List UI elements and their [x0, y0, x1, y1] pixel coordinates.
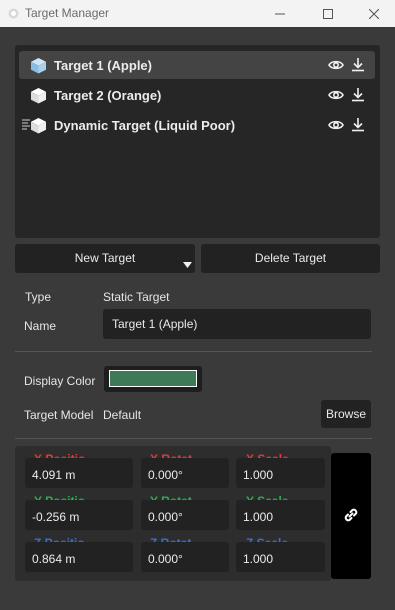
link-icon — [344, 508, 358, 522]
cube-icon — [31, 58, 46, 74]
x-rotation-field[interactable]: 0.000° — [141, 458, 229, 488]
eye-icon[interactable] — [328, 88, 344, 102]
z-rotation-field[interactable]: 0.000° — [141, 542, 229, 572]
close-icon — [369, 8, 379, 19]
new-target-button[interactable]: New Target — [15, 244, 195, 273]
download-icon[interactable] — [351, 87, 365, 102]
divider — [15, 351, 372, 352]
z-position-field[interactable]: 0.864 m — [25, 542, 133, 572]
display-color-picker[interactable] — [104, 366, 202, 392]
type-label: Type — [25, 290, 52, 304]
target-label: Dynamic Target (Liquid Poor) — [54, 118, 236, 133]
target-list-item[interactable]: Target 1 (Apple) — [19, 51, 375, 79]
x-scale-value: 1.000 — [243, 468, 274, 482]
target-label: Target 2 (Orange) — [54, 88, 162, 103]
x-position-field[interactable]: 4.091 m — [25, 458, 133, 488]
link-scale-button[interactable] — [331, 453, 371, 579]
z-scale-value: 1.000 — [243, 552, 274, 566]
delete-target-label: Delete Target — [254, 251, 327, 265]
divider — [15, 438, 372, 439]
name-value: Target 1 (Apple) — [112, 317, 198, 331]
target-model-value: Default — [103, 408, 142, 422]
z-scale-field[interactable]: 1.000 — [236, 542, 325, 572]
minimize-icon — [275, 13, 285, 14]
eye-icon[interactable] — [328, 58, 344, 72]
cube-icon — [31, 88, 46, 104]
download-icon[interactable] — [351, 57, 365, 72]
x-rotation-value: 0.000° — [148, 468, 183, 482]
download-icon[interactable] — [351, 117, 365, 132]
minimize-button[interactable] — [257, 0, 303, 27]
z-position-value: 0.864 m — [32, 552, 76, 566]
name-field[interactable]: Target 1 (Apple) — [103, 309, 371, 339]
name-label: Name — [24, 319, 57, 333]
delete-target-button[interactable]: Delete Target — [201, 244, 380, 273]
y-position-field[interactable]: -0.256 m — [25, 500, 133, 530]
cube-icon — [31, 118, 46, 134]
maximize-button[interactable] — [305, 0, 351, 27]
x-scale-field[interactable]: 1.000 — [236, 458, 325, 488]
maximize-icon — [323, 8, 333, 19]
browse-button[interactable]: Browse — [321, 400, 371, 428]
browse-label: Browse — [325, 407, 366, 421]
caret-down-icon — [183, 262, 192, 268]
app-icon — [8, 8, 19, 19]
window-title: Target Manager — [25, 6, 110, 20]
target-list-item[interactable]: Dynamic Target (Liquid Poor) — [19, 111, 375, 139]
eye-icon[interactable] — [328, 118, 344, 132]
type-value: Static Target — [103, 290, 170, 304]
y-scale-value: 1.000 — [243, 510, 274, 524]
display-color-label: Display Color — [24, 374, 96, 388]
y-rotation-field[interactable]: 0.000° — [141, 500, 229, 530]
y-scale-field[interactable]: 1.000 — [236, 500, 325, 530]
color-swatch — [109, 370, 197, 387]
target-list-item[interactable]: Target 2 (Orange) — [19, 81, 375, 109]
y-position-value: -0.256 m — [32, 510, 80, 524]
y-rotation-value: 0.000° — [148, 510, 183, 524]
close-button[interactable] — [351, 0, 395, 27]
title-bar: Target Manager — [0, 0, 395, 27]
x-position-value: 4.091 m — [32, 468, 76, 482]
z-rotation-value: 0.000° — [148, 552, 183, 566]
target-label: Target 1 (Apple) — [54, 58, 152, 73]
target-model-label: Target Model — [24, 408, 94, 422]
target-list[interactable]: Target 1 (Apple) Target 2 (Orange) Dynam… — [15, 45, 380, 238]
new-target-label: New Target — [74, 251, 136, 265]
transform-panel: X Positio 4.091 m Y Positio -0.256 m Z P… — [15, 446, 331, 581]
